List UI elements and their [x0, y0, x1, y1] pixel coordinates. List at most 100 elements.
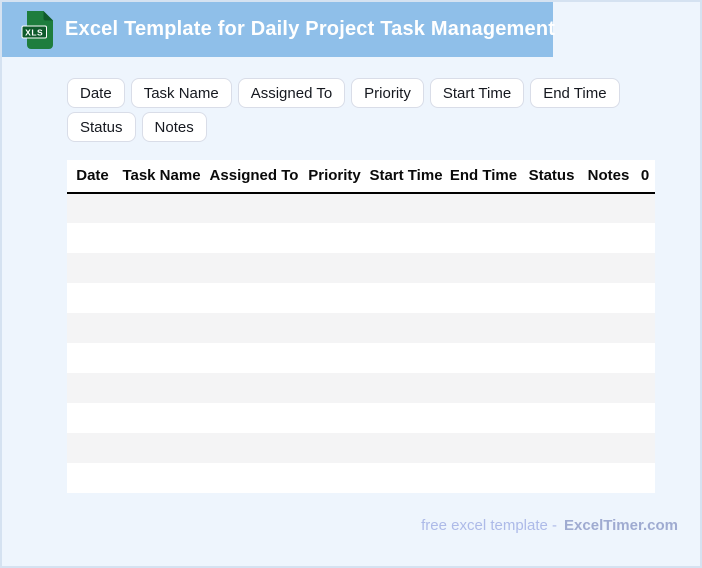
table-row [67, 343, 655, 373]
table-cell [118, 313, 205, 343]
table-cell [205, 433, 303, 463]
table-cell [366, 283, 446, 313]
table-cell [205, 283, 303, 313]
table-cell [366, 253, 446, 283]
table-cell [303, 403, 366, 433]
table-cell [521, 313, 582, 343]
table-cell [67, 193, 118, 223]
chip-date[interactable]: Date [67, 78, 125, 108]
table-cell [366, 223, 446, 253]
table-cell [118, 223, 205, 253]
table-cell [67, 313, 118, 343]
table-cell [67, 433, 118, 463]
chip-end-time[interactable]: End Time [530, 78, 620, 108]
page: XLS Excel Template for Daily Project Tas… [0, 0, 702, 568]
table-cell [67, 463, 118, 493]
table-cell [521, 253, 582, 283]
table-cell [521, 223, 582, 253]
table-cell [366, 463, 446, 493]
table-cell [303, 223, 366, 253]
table-cell [635, 403, 655, 433]
table-cell [521, 283, 582, 313]
table-cell [366, 193, 446, 223]
xls-icon-label: XLS [25, 27, 43, 37]
column-header-task-name: Task Name [118, 160, 205, 194]
task-table: Date Task Name Assigned To Priority Start Ti… [67, 160, 655, 493]
table-cell [582, 343, 635, 373]
table-cell [366, 373, 446, 403]
table-cell [635, 193, 655, 223]
table-cell [582, 463, 635, 493]
column-chips: Date Task Name Assigned To Priority Start Ti… [67, 78, 655, 142]
table-cell [205, 193, 303, 223]
table-cell [67, 403, 118, 433]
table-cell [118, 373, 205, 403]
table-cell [118, 253, 205, 283]
table-cell [446, 193, 521, 223]
table-cell [582, 403, 635, 433]
table-cell [67, 253, 118, 283]
table-cell [446, 253, 521, 283]
table-cell [635, 463, 655, 493]
table-cell [205, 313, 303, 343]
table-cell [205, 343, 303, 373]
header-bar: XLS Excel Template for Daily Project Tas… [2, 2, 555, 57]
chip-notes[interactable]: Notes [141, 112, 207, 142]
column-header-status: Status [521, 160, 582, 194]
table-cell [303, 193, 366, 223]
table-cell [118, 463, 205, 493]
brand-link[interactable]: ExcelTimer.com [564, 517, 678, 534]
chip-task-name[interactable]: Task Name [130, 78, 232, 108]
chip-assigned-to[interactable]: Assigned To [237, 78, 346, 108]
table-row [67, 223, 655, 253]
table-cell [118, 403, 205, 433]
table-cell [446, 343, 521, 373]
table-row [67, 403, 655, 433]
table-row [67, 283, 655, 313]
table-cell [446, 283, 521, 313]
table-cell [521, 373, 582, 403]
table-cell [366, 403, 446, 433]
table-row [67, 463, 655, 493]
table-cell [521, 343, 582, 373]
table-row [67, 433, 655, 463]
table-cell [67, 373, 118, 403]
table-cell [521, 193, 582, 223]
table-cell [303, 343, 366, 373]
table-cell [582, 373, 635, 403]
table-cell [635, 343, 655, 373]
table-cell [635, 373, 655, 403]
table-cell [205, 223, 303, 253]
table-cell [303, 433, 366, 463]
table-row [67, 373, 655, 403]
footer: free excel template - ExcelTimer.com [2, 517, 678, 534]
table-cell [446, 463, 521, 493]
chip-priority[interactable]: Priority [351, 78, 424, 108]
table-cell [582, 223, 635, 253]
table-cell [521, 433, 582, 463]
table-cell [582, 313, 635, 343]
table-cell [118, 433, 205, 463]
table-cell [303, 313, 366, 343]
task-table-grid: Date Task Name Assigned To Priority Start Ti… [67, 160, 655, 493]
table-cell [303, 253, 366, 283]
column-header-end-time: End Time [446, 160, 521, 194]
table-cell [446, 373, 521, 403]
chip-start-time[interactable]: Start Time [429, 78, 525, 108]
table-cell [521, 403, 582, 433]
table-header-row: Date Task Name Assigned To Priority Start Ti… [67, 160, 655, 194]
column-header-priority: Priority [303, 160, 366, 194]
chip-status[interactable]: Status [67, 112, 136, 142]
table-cell [205, 403, 303, 433]
table-cell [118, 283, 205, 313]
table-cell [635, 253, 655, 283]
table-cell [118, 193, 205, 223]
table-cell [582, 433, 635, 463]
table-cell [446, 223, 521, 253]
table-cell [118, 343, 205, 373]
table-row [67, 313, 655, 343]
column-header-start-time: Start Time [366, 160, 446, 194]
table-cell [521, 463, 582, 493]
table-cell [67, 283, 118, 313]
table-cell [582, 283, 635, 313]
